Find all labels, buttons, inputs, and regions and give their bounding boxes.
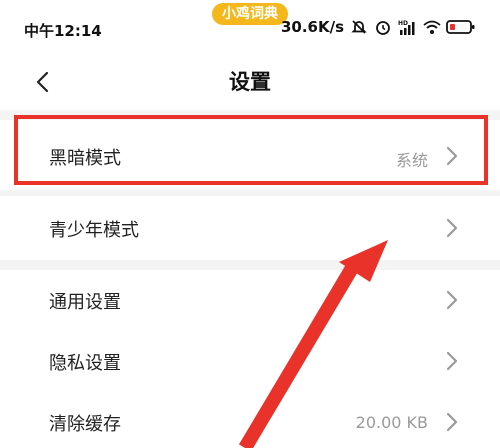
battery-icon [446, 18, 476, 36]
cache-size-value: 20.00 KB [355, 413, 428, 432]
row-label: 通用设置 [49, 292, 121, 313]
row-label: 隐私设置 [49, 353, 121, 374]
chevron-right-icon [446, 290, 458, 310]
row-label: 青少年模式 [49, 220, 139, 241]
row-label: 清除缓存 [49, 414, 121, 435]
status-icons: 30.6K/s HD [281, 18, 476, 36]
chevron-right-icon [446, 412, 458, 432]
status-time: 中午12:14 [24, 22, 102, 40]
row-label: 黑暗模式 [49, 148, 121, 169]
app-tag-badge: 小鸡词典 [212, 3, 288, 25]
settings-row-dark-mode[interactable]: 黑暗模式 系统 [0, 120, 500, 190]
wifi-icon [422, 18, 441, 36]
alarm-icon [374, 18, 392, 36]
network-speed: 30.6K/s [280, 18, 344, 36]
mute-bell-icon [350, 18, 368, 36]
nav-bar: 设置 [0, 58, 500, 108]
status-bar: 中午12:14 小鸡词典 30.6K/s HD [0, 0, 500, 58]
page-title: 设置 [229, 70, 271, 94]
chevron-right-icon [446, 351, 458, 371]
settings-row-privacy[interactable]: 隐私设置 [0, 332, 500, 392]
hd-signal-icon: HD [398, 18, 416, 36]
row-value: 系统 [395, 151, 428, 170]
chevron-right-icon [446, 218, 458, 238]
settings-row-clear-cache[interactable]: 清除缓存 20.00 KB [0, 392, 500, 448]
section-gap [0, 260, 500, 270]
svg-text:HD: HD [398, 20, 408, 27]
settings-row-general[interactable]: 通用设置 [0, 270, 500, 332]
chevron-right-icon [446, 146, 458, 166]
settings-row-teen-mode[interactable]: 青少年模式 [0, 196, 500, 260]
chevron-left-icon [36, 71, 49, 93]
back-button[interactable] [24, 64, 60, 100]
section-gap [0, 110, 500, 120]
